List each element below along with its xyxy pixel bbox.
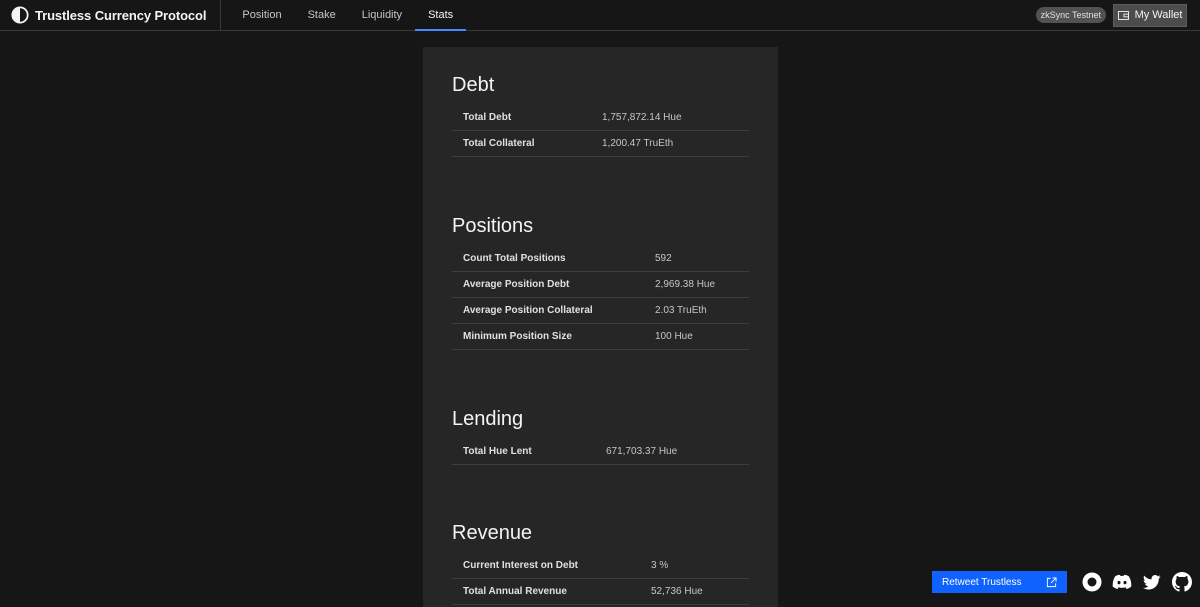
network-badge[interactable]: zkSync Testnet [1035,7,1106,23]
stat-label: Minimum Position Size [463,331,572,342]
tab-stats[interactable]: Stats [415,0,467,31]
logo-icon [11,6,29,24]
stat-value: 2.03 TruEth [655,305,707,316]
stat-row: Total Annual Revenue 52,736 Hue [452,579,749,605]
tab-liquidity[interactable]: Liquidity [349,0,415,31]
positions-section: Positions Count Total Positions 592 Aver… [452,214,749,350]
stat-value: 592 [655,253,672,264]
external-link-icon [1046,576,1057,587]
stat-row: Minimum Position Size 100 Hue [452,324,749,350]
stat-label: Average Position Debt [463,279,570,290]
revenue-section: Revenue Current Interest on Debt 3 % Tot… [452,521,749,605]
my-wallet-label: My Wallet [1134,9,1183,21]
stat-value: 52,736 Hue [651,586,703,597]
stat-label: Total Debt [463,112,512,123]
top-nav-bar: Trustless Currency Protocol Position Sta… [0,0,1200,31]
positions-title: Positions [452,215,534,237]
stat-value: 3 % [651,560,669,571]
wallet-icon [1117,10,1129,20]
stat-value: 2,969.38 Hue [655,279,716,290]
github-icon[interactable] [1172,572,1192,592]
revenue-title: Revenue [452,522,533,544]
stat-label: Count Total Positions [463,253,566,264]
my-wallet-button[interactable]: My Wallet [1113,3,1187,27]
stat-label: Total Hue Lent [463,446,532,457]
stat-row: Count Total Positions 592 [452,246,749,272]
stat-row: Total Collateral 1,200.47 TruEth [452,131,749,157]
stat-value: 671,703.37 Hue [606,446,678,457]
stat-row: Total Debt 1,757,872.14 Hue [452,105,749,131]
stat-row: Average Position Collateral 2.03 TruEth [452,298,749,324]
header-actions: zkSync Testnet My Wallet [1035,0,1200,31]
retweet-trustless-button[interactable]: Retweet Trustless [932,571,1067,593]
twitter-icon[interactable] [1142,572,1162,592]
circle-logo-icon[interactable] [1082,572,1102,592]
brand-name: Trustless Currency Protocol [35,7,207,23]
stat-value: 1,200.47 TruEth [602,138,674,149]
stat-label: Total Annual Revenue [463,586,567,597]
stat-label: Current Interest on Debt [463,560,579,571]
lending-title: Lending [452,408,524,430]
social-links [1082,572,1200,592]
stat-row: Current Interest on Debt 3 % [452,553,749,579]
stat-value: 1,757,872.14 Hue [602,112,682,123]
discord-icon[interactable] [1112,572,1132,592]
stat-label: Average Position Collateral [463,305,593,316]
debt-title: Debt [452,74,495,96]
brand-home-link[interactable]: Trustless Currency Protocol [0,0,222,31]
retweet-label: Retweet Trustless [942,576,1022,588]
stat-value: 100 Hue [655,331,693,342]
stats-panel: Debt Total Debt 1,757,872.14 Hue Total C… [423,47,778,607]
debt-section: Debt Total Debt 1,757,872.14 Hue Total C… [452,73,749,157]
main-nav: Position Stake Liquidity Stats [229,0,467,31]
tab-position[interactable]: Position [229,0,294,31]
lending-section: Lending Total Hue Lent 671,703.37 Hue [452,407,749,465]
stat-label: Total Collateral [463,138,535,149]
stat-row: Total Hue Lent 671,703.37 Hue [452,439,749,465]
stat-row: Average Position Debt 2,969.38 Hue [452,272,749,298]
tab-stake[interactable]: Stake [295,0,349,31]
